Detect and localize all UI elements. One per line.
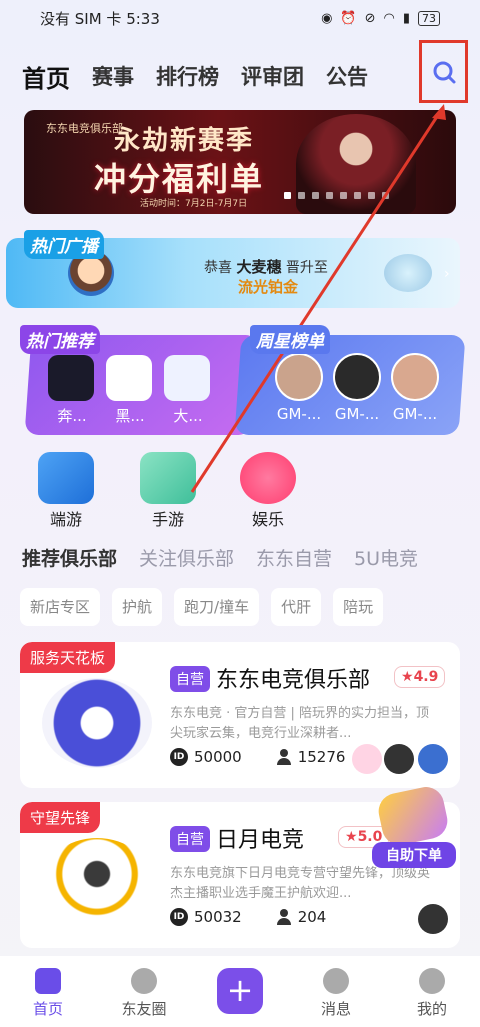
chip-grind[interactable]: 代肝	[271, 588, 322, 626]
self-operated-badge: 自营	[170, 666, 210, 692]
tab-5u[interactable]: 5U电竞	[354, 544, 418, 576]
tab-jury[interactable]: 评审团	[241, 61, 304, 91]
broadcast-label: 热门广播	[24, 230, 104, 259]
carrier-time: 没有 SIM 卡 5:33	[40, 9, 160, 28]
planet-icon	[131, 968, 157, 994]
tab-self-operated[interactable]: 东东自营	[256, 544, 332, 576]
category-mobile[interactable]: 手游	[126, 448, 210, 529]
chip-companion[interactable]: 陪玩	[333, 588, 384, 626]
self-operated-badge: 自营	[170, 826, 210, 852]
eye-icon: ◉	[321, 10, 333, 26]
category-entertainment[interactable]: 娱乐	[226, 448, 310, 529]
profile-icon	[419, 968, 445, 994]
plus-icon: +	[217, 968, 263, 1014]
tab-recommended-clubs[interactable]: 推荐俱乐部	[22, 544, 117, 576]
tab-ranking[interactable]: 排行榜	[156, 61, 219, 91]
recommend-item[interactable]: 奔...	[48, 355, 96, 426]
club-description: 东东电竞 · 官方自营 | 陪玩界的实力担当，顶尖玩家云集，电竞行业深耕者...	[170, 706, 430, 741]
nav-home[interactable]: 首页	[8, 964, 88, 1019]
card-tag: 守望先锋	[20, 802, 101, 833]
club-logo	[48, 355, 94, 401]
tab-notice[interactable]: 公告	[326, 61, 368, 91]
category-pc[interactable]: 端游	[24, 448, 108, 529]
club-logo	[42, 678, 152, 768]
tab-home[interactable]: 首页	[22, 59, 70, 94]
status-icons: ◉ ⏰ ⊘ ◠ ▮ 73	[321, 10, 440, 26]
card-tag: 服务天花板	[20, 642, 116, 673]
game-badge	[352, 744, 382, 774]
gamepad-icon	[375, 783, 451, 849]
club-logo	[106, 355, 152, 401]
club-name: 东东电竞俱乐部	[216, 668, 371, 693]
hot-broadcast[interactable]: 热门广播 恭喜 大麦穗 晋升至 流光铂金 ›	[6, 230, 460, 308]
nav-profile[interactable]: 我的	[392, 964, 472, 1019]
chip-escort[interactable]: 护航	[112, 588, 163, 626]
promo-banner[interactable]: 东东电竞俱乐部 永劫新赛季 冲分福利单 活动时间：7月2日-7月7日	[24, 110, 456, 214]
club-name: 日月电竞	[216, 828, 305, 853]
club-logo	[164, 355, 210, 401]
weekly-stars: 周星榜单 GM-... GM-... GM-...	[234, 325, 466, 437]
club-meta: ID 50000 15276	[170, 748, 345, 766]
nav-friends[interactable]: 东友圈	[104, 964, 184, 1019]
chip-run[interactable]: 跑刀/撞车	[174, 588, 260, 626]
club-card[interactable]: 服务天花板 自营 东东电竞俱乐部 ★4.9 东东电竞 · 官方自营 | 陪玩界的…	[20, 642, 460, 788]
broadcast-message: 恭喜 大麦穗 晋升至	[204, 258, 328, 276]
handheld-icon	[140, 452, 196, 504]
banner-character	[296, 114, 416, 214]
club-meta: ID 50032 204	[170, 908, 326, 926]
banner-date: 活动时间：7月2日-7月7日	[140, 199, 248, 209]
broadcast-rank: 流光铂金	[238, 278, 299, 296]
tab-events[interactable]: 赛事	[92, 61, 134, 91]
alert-icon: ▮	[402, 10, 410, 26]
weekly-item[interactable]: GM-...	[388, 353, 442, 423]
search-icon	[433, 61, 455, 83]
weekly-item[interactable]: GM-...	[272, 353, 326, 423]
chevron-right-icon: ›	[444, 266, 450, 282]
weekly-item[interactable]: GM-...	[330, 353, 384, 423]
recommend-item[interactable]: 黑...	[106, 355, 154, 426]
status-bar: 没有 SIM 卡 5:33 ◉ ⏰ ⊘ ◠ ▮ 73	[0, 0, 480, 36]
club-description: 东东电竞旗下日月电竞专营守望先锋，顶级英杰主播职业选手魔王护航欢迎...	[170, 866, 431, 901]
top-nav: 首页 赛事 排行榜 评审团 公告	[22, 54, 462, 98]
avatar	[391, 353, 439, 401]
user-icon	[276, 749, 292, 765]
heart-icon	[240, 452, 296, 504]
bottom-nav: 首页 东友圈 + 消息 我的	[0, 956, 480, 1027]
home-icon	[35, 968, 61, 994]
nav-create[interactable]: +	[200, 964, 280, 1014]
chat-icon	[323, 968, 349, 994]
search-button[interactable]	[419, 40, 468, 103]
banner-pagination	[284, 192, 389, 199]
overwatch-icon	[384, 744, 414, 774]
recommend-item[interactable]: 大...	[164, 355, 212, 426]
id-icon: ID	[170, 748, 188, 766]
banner-line2: 冲分福利单	[94, 160, 265, 198]
tab-followed-clubs[interactable]: 关注俱乐部	[139, 544, 234, 576]
banner-line1: 永劫新赛季	[114, 126, 255, 156]
banner-brand: 东东电竞俱乐部	[46, 122, 123, 135]
hot-recommend: 热门推荐 奔... 黑... 大...	[14, 325, 260, 437]
weekly-label: 周星榜单	[250, 325, 330, 354]
self-order-button[interactable]: 自助下单	[372, 783, 456, 870]
avatar	[275, 353, 323, 401]
nav-messages[interactable]: 消息	[296, 964, 376, 1019]
filter-chips: 新店专区 护航 跑刀/撞车 代肝 陪玩	[20, 588, 470, 628]
chip-new-store[interactable]: 新店专区	[20, 588, 101, 626]
game-badge	[418, 744, 448, 774]
wifi-icon: ◠	[383, 10, 395, 26]
category-row: 端游 手游 娱乐	[22, 448, 322, 529]
avatar	[333, 353, 381, 401]
rating-badge: ★4.9	[394, 666, 446, 688]
recommend-label: 热门推荐	[20, 325, 100, 354]
alarm-icon: ⏰	[340, 10, 357, 26]
id-icon: ID	[170, 908, 188, 926]
battery-icon: 73	[418, 10, 440, 26]
club-tabs: 推荐俱乐部 关注俱乐部 东东自营 5U电竞	[22, 544, 480, 576]
mute-icon: ⊘	[364, 10, 376, 26]
pet-icon	[384, 254, 432, 292]
user-icon	[276, 909, 292, 925]
overwatch-icon	[418, 904, 448, 934]
monitor-icon	[38, 452, 94, 504]
club-logo	[42, 838, 152, 928]
